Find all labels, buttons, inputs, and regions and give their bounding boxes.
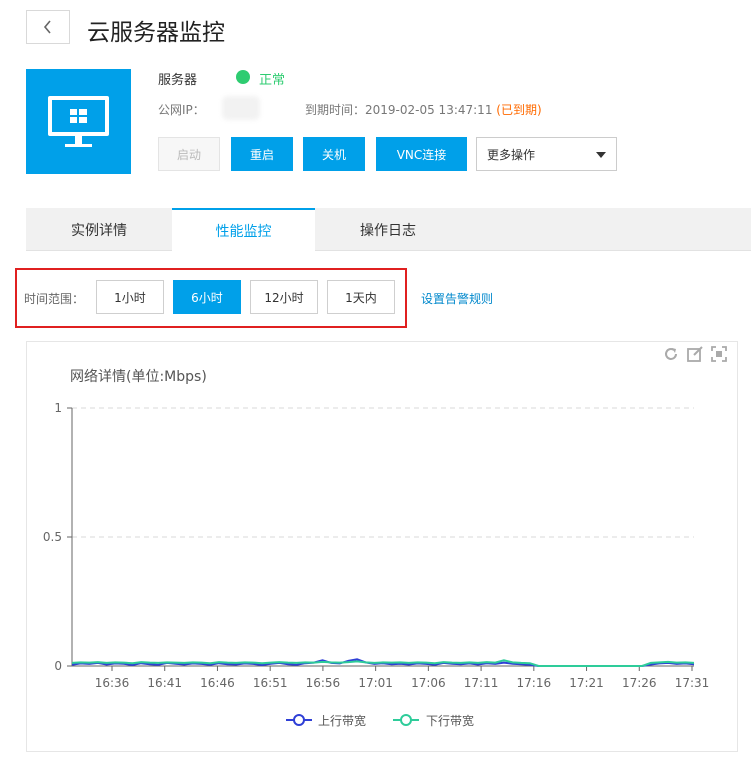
x-tick-label: 16:56 bbox=[306, 676, 341, 690]
y-tick-label: 1 bbox=[54, 401, 62, 415]
x-tick-label: 16:41 bbox=[147, 676, 182, 690]
x-tick-label: 16:36 bbox=[95, 676, 130, 690]
y-tick-label: 0.5 bbox=[43, 530, 62, 544]
x-tick-label: 16:46 bbox=[200, 676, 235, 690]
legend-marker-1 bbox=[400, 714, 412, 726]
x-tick-label: 17:21 bbox=[569, 676, 604, 690]
x-tick-label: 17:06 bbox=[411, 676, 446, 690]
x-tick-label: 17:26 bbox=[622, 676, 657, 690]
x-tick-label: 16:51 bbox=[253, 676, 288, 690]
legend-marker-0 bbox=[293, 714, 305, 726]
x-tick-label: 17:11 bbox=[464, 676, 499, 690]
x-tick-label: 17:01 bbox=[358, 676, 393, 690]
legend-label-1: 下行带宽 bbox=[426, 713, 474, 728]
chart-title: 网络详情(单位:Mbps) bbox=[70, 369, 207, 385]
legend-label-0: 上行带宽 bbox=[318, 713, 366, 728]
x-tick-label: 17:31 bbox=[675, 676, 710, 690]
series-line-1 bbox=[71, 659, 695, 667]
y-tick-label: 0 bbox=[54, 659, 62, 673]
network-line-chart: 网络详情(单位:Mbps) 0 0.5 1 16:36 16:41 16:46 16:51 16… bbox=[43, 369, 710, 728]
x-tick-label: 17:16 bbox=[517, 676, 552, 690]
